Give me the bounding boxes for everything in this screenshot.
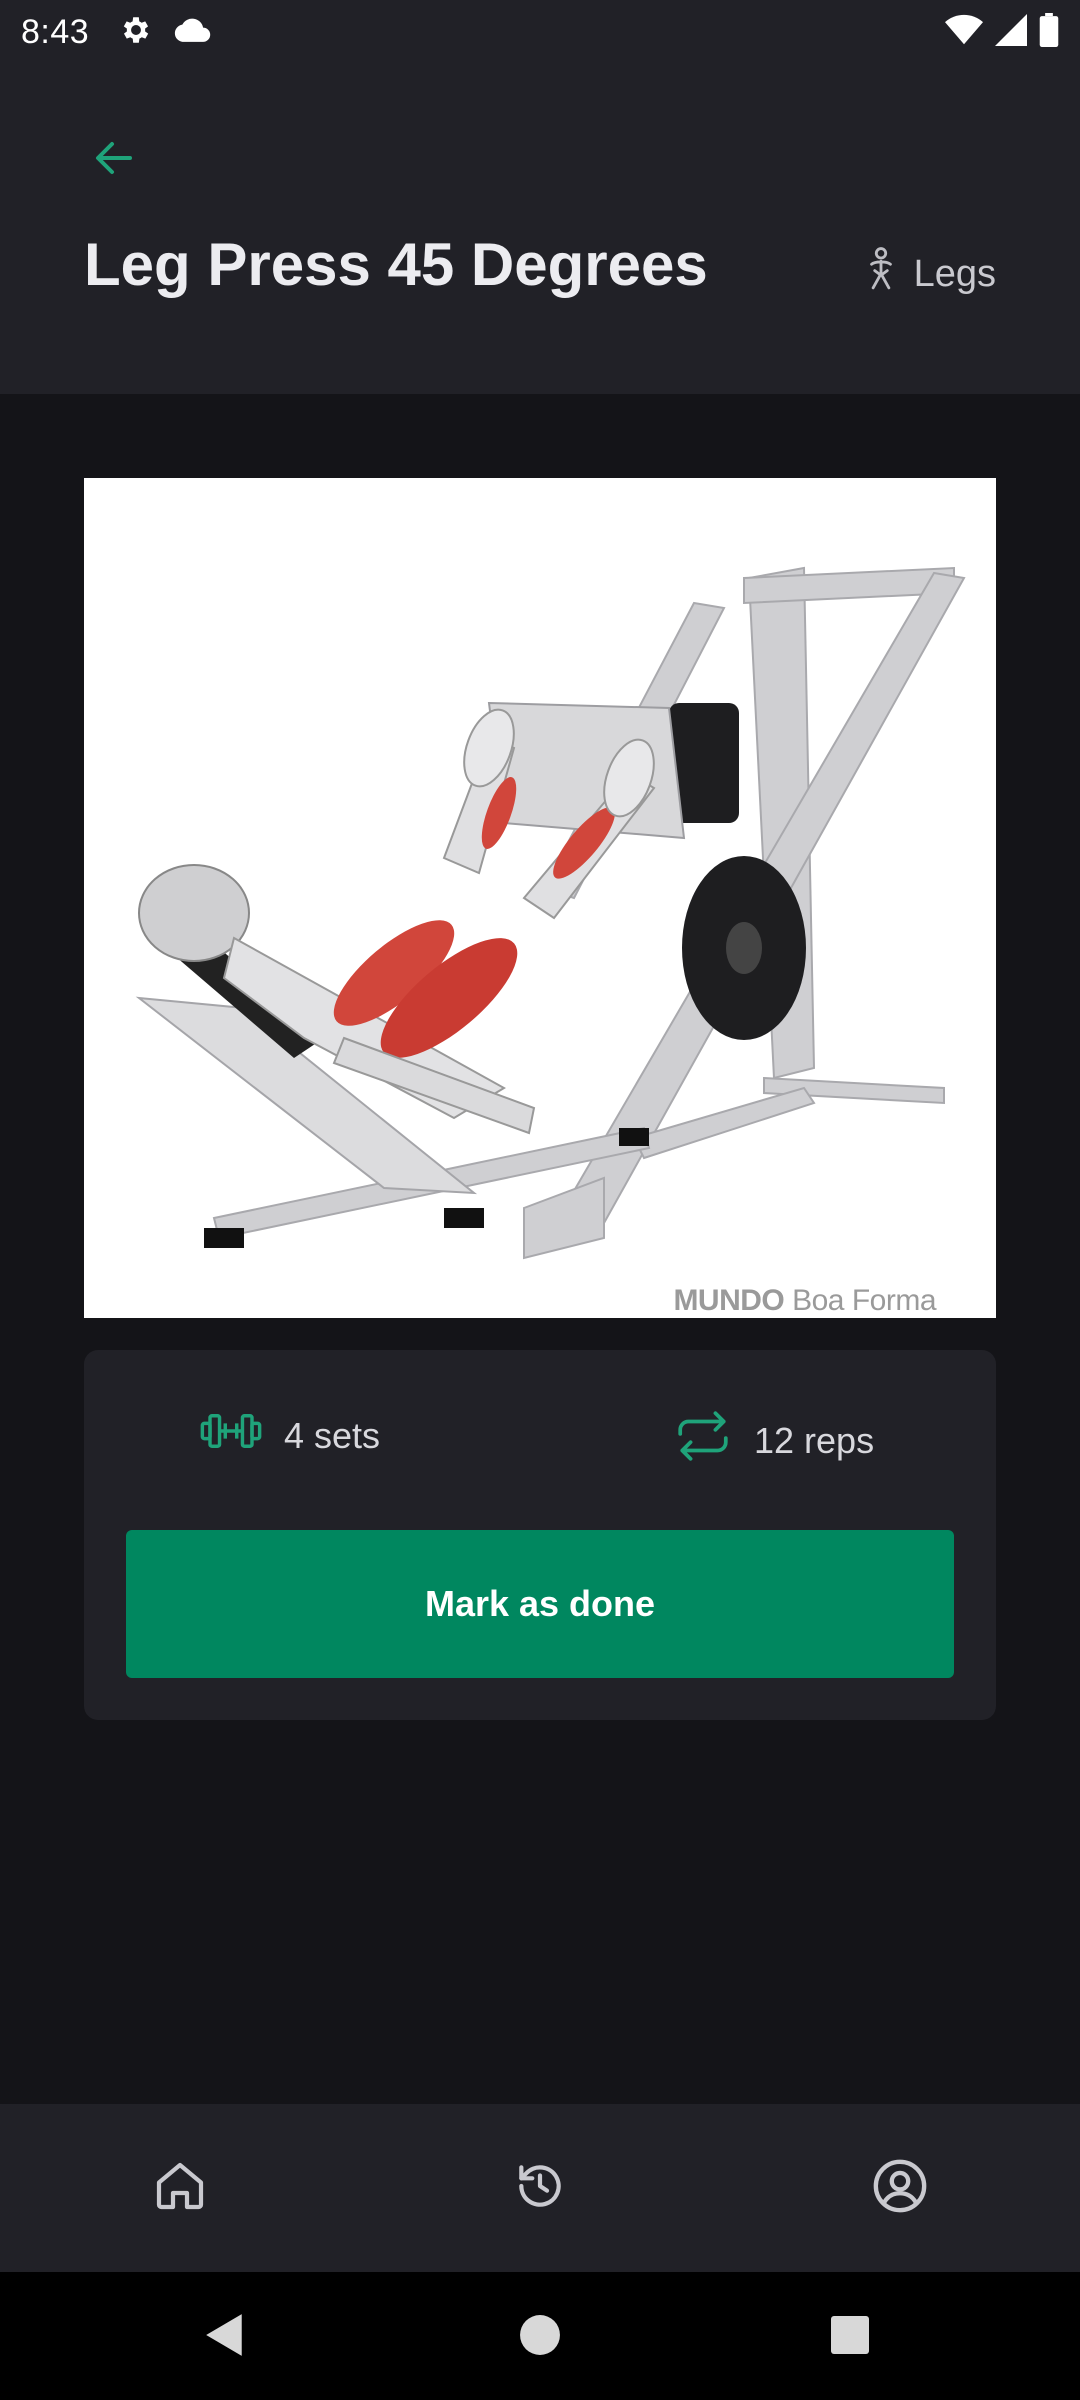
signal-icon (995, 13, 1027, 51)
reps-stat: 12 reps (674, 1410, 874, 1471)
mark-as-done-button[interactable]: Mark as done (126, 1530, 954, 1678)
dumbbell-icon (200, 1410, 262, 1461)
triangle-back-icon (203, 2312, 247, 2363)
circle-home-icon (519, 2314, 561, 2361)
watermark-light: Boa Forma (792, 1284, 936, 1317)
exercise-detail-screen: 8:43 Leg Press 45 Degrees Legs MUNDO Boa… (0, 0, 1080, 2400)
image-watermark: MUNDO Boa Forma (673, 1284, 936, 1318)
status-bar: 8:43 (0, 0, 1080, 64)
system-navigation-bar (0, 2272, 1080, 2400)
header: Leg Press 45 Degrees Legs (0, 64, 1080, 394)
home-icon (152, 2158, 208, 2219)
exercise-image: MUNDO Boa Forma (84, 478, 996, 1318)
settings-icon (119, 13, 153, 52)
repeat-icon (674, 1410, 732, 1471)
system-recents-button[interactable] (815, 2302, 885, 2372)
exercise-info-card: 4 sets 12 reps Mark as done (84, 1350, 996, 1720)
profile-icon (871, 2157, 929, 2220)
page-title: Leg Press 45 Degrees (84, 231, 708, 298)
nav-profile[interactable] (860, 2148, 940, 2228)
bottom-navigation (0, 2104, 1080, 2272)
battery-icon (1039, 12, 1059, 52)
status-right-icons (945, 12, 1059, 52)
reps-label: 12 reps (754, 1419, 875, 1461)
history-icon (512, 2158, 568, 2219)
sets-label: 4 sets (284, 1414, 381, 1456)
sets-stat: 4 sets (200, 1410, 380, 1461)
watermark-bold: MUNDO (673, 1284, 785, 1317)
wifi-icon (945, 14, 983, 51)
nav-history[interactable] (500, 2148, 580, 2228)
system-back-button[interactable] (190, 2302, 260, 2372)
leg-press-illustration (135, 566, 966, 1260)
muscle-group-label: Legs (913, 252, 996, 295)
arrow-left-icon (90, 134, 138, 187)
body-figure-icon (862, 247, 900, 301)
status-left-icons (119, 13, 211, 52)
muscle-group-tag: Legs (862, 247, 996, 301)
back-button[interactable] (78, 124, 150, 196)
cloud-icon (173, 15, 211, 50)
status-time: 8:43 (21, 12, 90, 51)
nav-home[interactable] (140, 2148, 220, 2228)
system-home-button[interactable] (505, 2302, 575, 2372)
square-recents-icon (830, 2315, 870, 2360)
